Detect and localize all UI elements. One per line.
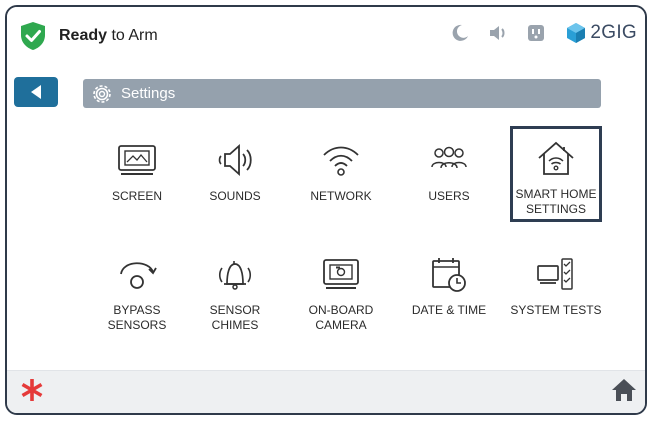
top-icons: 2GIG (433, 22, 637, 44)
tile-sounds[interactable]: SOUNDS (185, 131, 285, 221)
camera-icon (317, 253, 365, 295)
tile-label: SOUNDS (209, 189, 261, 203)
tile-label: SENSOR CHIMES (209, 303, 261, 332)
tile-date-time[interactable]: DATE & TIME (399, 245, 499, 335)
tile-label-line: ON-BOARD (308, 303, 374, 317)
back-arrow-icon (31, 85, 41, 99)
system-tests-icon (532, 253, 580, 295)
tile-label-line: BYPASS (113, 303, 161, 317)
tile-label: USERS (428, 189, 470, 203)
page-header: Settings (83, 79, 601, 108)
brand-logo: 2GIG (565, 22, 637, 44)
top-bar: Ready to Arm 2GIG (7, 7, 645, 66)
tile-onboard-camera[interactable]: ON-BOARD CAMERA (291, 245, 391, 335)
emergency-asterisk-icon[interactable] (19, 377, 45, 403)
tile-users[interactable]: USERS (399, 131, 499, 221)
tile-label: SMART HOME SETTINGS (516, 187, 597, 217)
status-bold: Ready (59, 27, 108, 44)
tile-system-tests[interactable]: SYSTEM TESTS (506, 245, 606, 335)
tile-network[interactable]: NETWORK (291, 131, 391, 221)
tile-label: NETWORK (310, 189, 372, 203)
users-icon (425, 139, 473, 181)
page-title: Settings (121, 85, 176, 102)
status-rest: to Arm (107, 27, 158, 44)
outlet-icon[interactable] (525, 22, 547, 44)
status-text: Ready to Arm (59, 27, 158, 45)
bypass-icon (113, 253, 161, 295)
sounds-icon (211, 139, 259, 181)
back-button[interactable] (14, 77, 58, 107)
bottom-bar (7, 370, 645, 413)
tile-label: SYSTEM TESTS (510, 303, 602, 317)
shield-check-icon (21, 22, 45, 50)
speaker-icon[interactable] (487, 22, 509, 44)
tile-label-line: SETTINGS (525, 202, 586, 216)
panel-frame: Ready to Arm 2GIG Settings SCREEN SOUNDS… (5, 5, 647, 415)
tile-label-line: CAMERA (315, 318, 367, 332)
tile-label: BYPASS SENSORS (108, 303, 167, 333)
arm-status[interactable]: Ready to Arm (19, 21, 158, 51)
tile-label: SCREEN (111, 189, 162, 203)
home-icon[interactable] (611, 377, 637, 403)
tile-label: ON-BOARD CAMERA (309, 303, 374, 333)
tile-label: DATE & TIME (411, 303, 487, 317)
calendar-clock-icon (425, 253, 473, 295)
gear-icon (93, 84, 111, 103)
settings-content: Settings SCREEN SOUNDS NETWORK USERS SMA… (7, 65, 645, 373)
tile-smart-home-settings[interactable]: SMART HOME SETTINGS (510, 126, 602, 222)
tile-screen[interactable]: SCREEN (87, 131, 187, 221)
moon-icon[interactable] (449, 22, 471, 44)
tile-label-line: SMART HOME (515, 187, 597, 201)
tile-label-line: SENSORS (107, 318, 167, 332)
tile-sensor-chimes[interactable]: SENSOR CHIMES (185, 245, 285, 335)
tile-bypass-sensors[interactable]: BYPASS SENSORS (87, 245, 187, 335)
brand-text: 2GIG (590, 22, 637, 43)
screen-icon (113, 139, 161, 181)
network-icon (317, 139, 365, 181)
cube-icon (567, 23, 586, 43)
smart-home-icon (532, 137, 580, 179)
chimes-icon (211, 253, 259, 295)
